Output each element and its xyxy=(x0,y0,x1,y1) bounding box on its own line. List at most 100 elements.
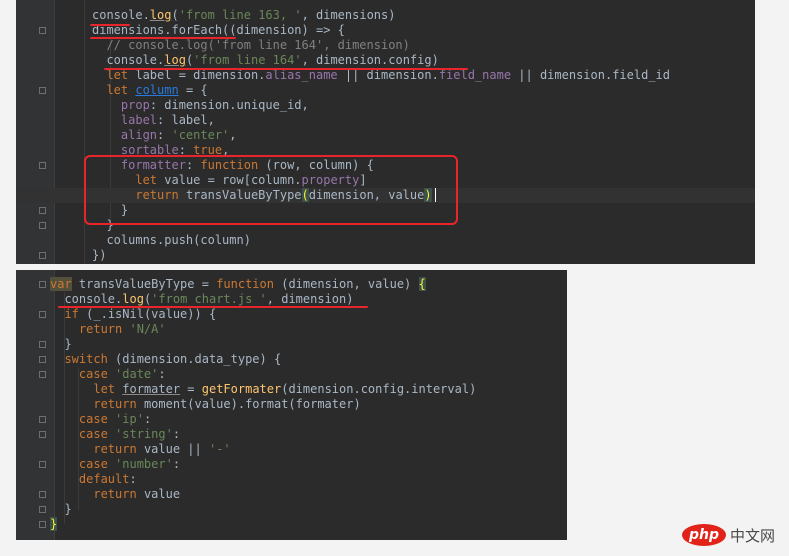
code-line[interactable]: if (_.isNil(value)) { xyxy=(16,307,567,322)
code-token: 'from chart.js ' xyxy=(151,292,267,306)
code-token: case xyxy=(78,457,116,471)
code-token: 'from line 163, ' xyxy=(178,8,302,22)
code-token: } xyxy=(50,337,72,351)
red-underline-annotation xyxy=(90,24,130,26)
code-line[interactable]: }) xyxy=(16,248,755,263)
code-token: case xyxy=(78,412,116,426)
code-token: transValueByType = xyxy=(71,277,217,291)
code-token: (dimension.data_type) { xyxy=(115,352,282,366)
red-box-annotation xyxy=(84,155,458,225)
code-line[interactable]: return value xyxy=(16,487,567,502)
code-token: : xyxy=(172,457,181,471)
code-line[interactable]: return value || '-' xyxy=(16,442,567,457)
code-token: console xyxy=(106,53,158,67)
code-token: log xyxy=(149,8,172,22)
code-token: return xyxy=(93,397,144,411)
code-token: let xyxy=(106,68,136,82)
code-token: console xyxy=(92,8,143,22)
code-token: columns.push(column) xyxy=(92,233,251,247)
code-token: 'N/A' xyxy=(129,322,166,336)
code-token: 'date' xyxy=(115,367,159,381)
code-token: { xyxy=(418,277,426,291)
code-token: log xyxy=(122,292,144,306)
code-line[interactable]: // console.log('from line 164', dimensio… xyxy=(16,38,755,53)
code-token: getFormater xyxy=(201,382,282,396)
red-underline-annotation xyxy=(90,37,236,39)
code-token: label = dimension. xyxy=(135,68,266,82)
code-line[interactable]: switch (dimension.data_type) { xyxy=(16,352,567,367)
code-line[interactable]: } xyxy=(16,337,567,352)
code-line[interactable]: default: xyxy=(16,472,567,487)
code-line[interactable]: return moment(value).format(formater) xyxy=(16,397,567,412)
code-token: prop xyxy=(120,98,150,112)
code-line[interactable]: case 'ip': xyxy=(16,412,567,427)
code-editor-bottom[interactable]: var transValueByType = function (dimensi… xyxy=(16,270,567,540)
code-token: : xyxy=(158,367,166,381)
code-token: = xyxy=(180,382,202,396)
code-line[interactable]: prop: dimension.unique_id, xyxy=(16,98,755,113)
code-token: . xyxy=(142,8,150,22)
code-line[interactable]: label: label, xyxy=(16,113,755,128)
code-line[interactable]: console.log('from line 164', dimension.c… xyxy=(16,53,755,68)
code-token: , dimensions) xyxy=(301,8,396,22)
code-line[interactable]: console.log('from line 163, ', dimension… xyxy=(16,8,755,23)
code-token: switch xyxy=(64,352,116,366)
code-token: 'ip' xyxy=(115,412,144,426)
site-name: 中文网 xyxy=(729,526,775,545)
code-line[interactable]: let column = { xyxy=(16,83,755,98)
code-line[interactable]: let formater = getFormater(dimension.con… xyxy=(16,382,567,397)
code-line[interactable]: console.log('from chart.js ', dimension) xyxy=(16,292,567,307)
code-token: , dimension.config) xyxy=(301,53,439,67)
code-token: moment(value).format(formater) xyxy=(143,397,361,411)
code-token: formater xyxy=(122,382,181,396)
code-token: value xyxy=(143,487,181,501)
code-line[interactable]: align: 'center', xyxy=(16,128,755,143)
code-line[interactable]: return 'N/A' xyxy=(16,322,567,337)
code-token: 'string' xyxy=(115,427,173,441)
code-token: field_name xyxy=(438,68,512,82)
code-line[interactable]: case 'date': xyxy=(16,367,567,382)
code-token: var xyxy=(50,277,72,291)
code-token: 'from line 164' xyxy=(193,53,302,67)
code-line[interactable]: } xyxy=(16,502,567,517)
code-token: (dimension, value) xyxy=(281,277,419,291)
code-token: , dimension) xyxy=(266,292,354,306)
code-line[interactable]: let label = dimension.alias_name || dime… xyxy=(16,68,755,83)
code-token: || dimension.field_id xyxy=(511,68,671,82)
code-token: : xyxy=(172,427,181,441)
code-token: return xyxy=(78,322,130,336)
code-line[interactable]: case 'number': xyxy=(16,457,567,472)
code-line[interactable]: case 'string': xyxy=(16,427,567,442)
code-token: : label, xyxy=(157,113,215,127)
code-token: return xyxy=(93,442,144,456)
code-token: 'center' xyxy=(171,128,230,142)
code-token: || dimension. xyxy=(337,68,439,82)
code-token: default xyxy=(78,472,130,486)
code-line[interactable]: columns.push(column) xyxy=(16,233,755,248)
code-token: : xyxy=(129,472,137,486)
php-logo: php xyxy=(681,524,726,546)
code-token: = { xyxy=(178,83,208,97)
code-token: 'number' xyxy=(115,457,173,471)
code-token: (dimension.config.interval) xyxy=(281,382,477,396)
code-line[interactable]: } xyxy=(16,517,567,532)
code-token: alias_name xyxy=(265,68,338,82)
code-token: value || xyxy=(143,442,209,456)
code-token: } xyxy=(50,502,72,516)
code-token: : xyxy=(157,128,172,142)
code-token: log xyxy=(164,53,186,67)
code-token: } xyxy=(50,517,58,531)
code-token: case xyxy=(78,367,116,381)
code-line[interactable]: var transValueByType = function (dimensi… xyxy=(16,277,567,292)
